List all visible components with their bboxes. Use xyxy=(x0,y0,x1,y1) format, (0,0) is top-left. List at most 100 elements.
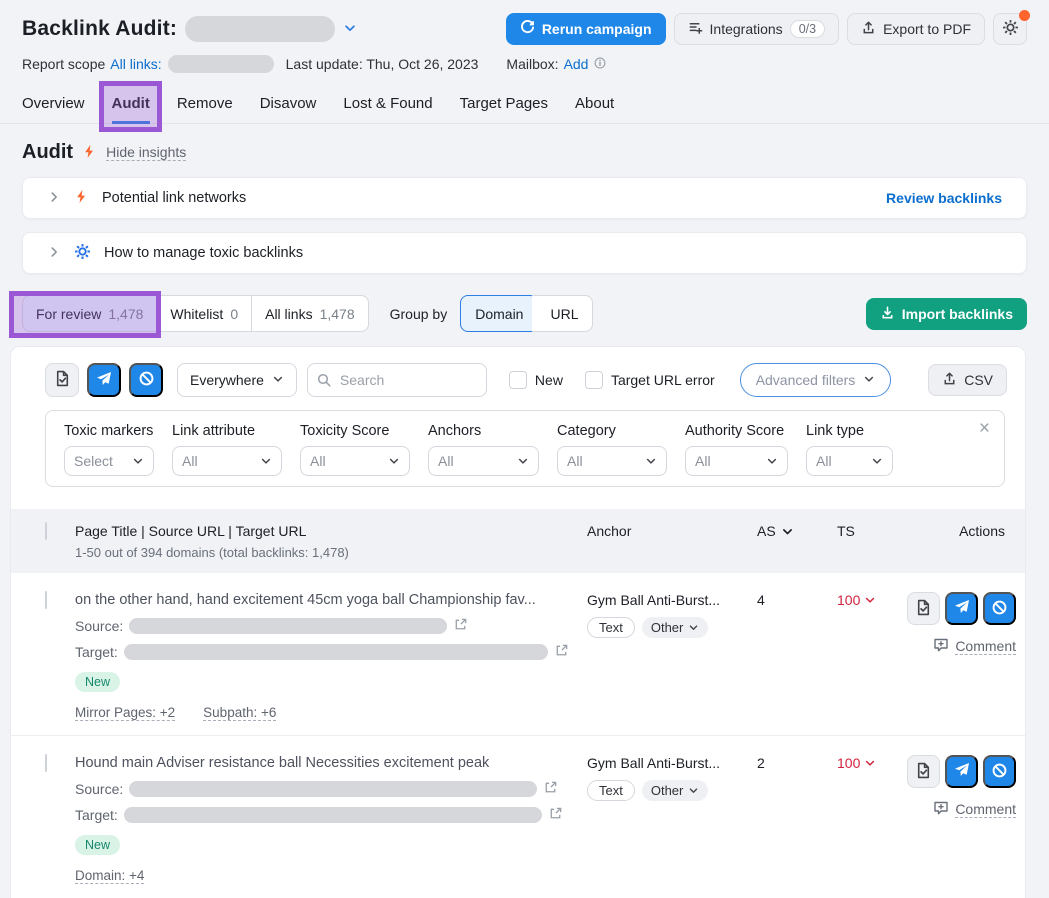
whitelist-action-button[interactable] xyxy=(907,592,940,625)
anchor-other-dropdown[interactable]: Other xyxy=(642,617,709,638)
table-header: Page Title | Source URL | Target URL 1-5… xyxy=(11,509,1025,573)
toxic-markers-select[interactable]: Select xyxy=(64,446,154,476)
external-link-icon[interactable] xyxy=(548,806,563,824)
chevron-right-icon[interactable] xyxy=(47,190,61,207)
integrations-button[interactable]: Integrations 0/3 xyxy=(674,13,840,45)
download-icon xyxy=(880,305,895,323)
filter-anchors: Anchors All xyxy=(428,423,539,476)
remove-action-button[interactable] xyxy=(945,755,978,788)
block-icon xyxy=(991,599,1008,619)
for-review-count: 1,478 xyxy=(108,306,143,322)
category-select[interactable]: All xyxy=(557,446,667,476)
segment-for-review[interactable]: For review 1,478 xyxy=(22,295,157,332)
tab-target-pages[interactable]: Target Pages xyxy=(460,87,548,123)
toxicity-score-value[interactable]: 100 xyxy=(837,592,876,608)
document-check-icon xyxy=(915,599,932,619)
toxicity-score-select[interactable]: All xyxy=(300,446,410,476)
external-link-icon[interactable] xyxy=(554,643,569,661)
search-input[interactable] xyxy=(307,363,487,397)
group-by-domain[interactable]: Domain xyxy=(460,295,538,332)
column-actions: Actions xyxy=(907,523,1025,560)
table-row: Hound main Adviser resistance ball Neces… xyxy=(11,736,1025,898)
anchors-select[interactable]: All xyxy=(428,446,539,476)
external-link-icon[interactable] xyxy=(543,780,558,798)
authority-score-select[interactable]: All xyxy=(685,446,788,476)
backlink-page-title: Hound main Adviser resistance ball Neces… xyxy=(75,755,587,771)
chevron-right-icon[interactable] xyxy=(47,245,61,262)
filter-target-url-error-checkbox[interactable]: Target URL error xyxy=(585,371,715,389)
rerun-campaign-button[interactable]: Rerun campaign xyxy=(506,13,666,45)
panel-manage-toxic-backlinks[interactable]: How to manage toxic backlinks xyxy=(22,232,1027,274)
all-links-link[interactable]: All links: xyxy=(110,56,161,72)
export-csv-button[interactable]: CSV xyxy=(928,364,1007,396)
redacted-target-url xyxy=(124,807,542,823)
tab-about[interactable]: About xyxy=(575,87,614,123)
export-to-pdf-button[interactable]: Export to PDF xyxy=(847,13,985,45)
subpath-link[interactable]: Subpath: +6 xyxy=(203,705,276,721)
external-link-icon[interactable] xyxy=(453,617,468,635)
filter-new-checkbox[interactable]: New xyxy=(509,371,563,389)
domain-link[interactable]: Domain: +4 xyxy=(75,868,144,884)
page-title: Backlink Audit: xyxy=(22,17,177,41)
panel-title: Potential link networks xyxy=(102,190,246,206)
mailbox-label: Mailbox: xyxy=(506,56,558,72)
redacted-source-url xyxy=(129,781,537,797)
tab-overview[interactable]: Overview xyxy=(22,87,85,123)
select-all-checkbox[interactable] xyxy=(45,522,47,540)
move-to-whitelist-button[interactable] xyxy=(45,363,79,397)
chevron-down-icon xyxy=(863,372,875,388)
group-by-url[interactable]: URL xyxy=(532,295,593,332)
tab-audit[interactable]: Audit xyxy=(112,87,150,123)
import-backlinks-button[interactable]: Import backlinks xyxy=(866,298,1027,330)
export-icon xyxy=(861,20,876,38)
segment-all-links[interactable]: All links 1,478 xyxy=(251,295,369,332)
advanced-filters-dropdown[interactable]: Advanced filters xyxy=(740,363,892,397)
row-checkbox[interactable] xyxy=(45,754,47,772)
move-to-disavow-button[interactable] xyxy=(129,363,163,397)
report-scope-label: Report scope xyxy=(22,56,105,72)
anchor-other-dropdown[interactable]: Other xyxy=(642,780,709,801)
search-scope-select[interactable]: Everywhere xyxy=(177,363,297,397)
column-as[interactable]: AS xyxy=(757,523,837,560)
link-type-select[interactable]: All xyxy=(806,446,893,476)
target-label: Target: xyxy=(75,807,118,823)
panel-potential-link-networks[interactable]: Potential link networks Review backlinks xyxy=(22,177,1027,219)
mailbox-add-link[interactable]: Add xyxy=(564,56,589,72)
remove-action-button[interactable] xyxy=(945,592,978,625)
segment-whitelist[interactable]: Whitelist 0 xyxy=(156,295,252,332)
hide-insights-link[interactable]: Hide insights xyxy=(106,144,186,161)
comment-plus-icon xyxy=(933,637,949,656)
mirror-pages-link[interactable]: Mirror Pages: +2 xyxy=(75,705,175,721)
comment-link[interactable]: Comment xyxy=(933,800,1016,819)
source-label: Source: xyxy=(75,618,123,634)
tab-disavow[interactable]: Disavow xyxy=(260,87,317,123)
filter-authority-score: Authority Score All xyxy=(685,423,788,476)
chevron-down-icon[interactable] xyxy=(343,21,357,38)
group-by-segments: Domain URL xyxy=(460,295,593,332)
checkbox[interactable] xyxy=(509,371,527,389)
move-to-remove-button[interactable] xyxy=(87,363,121,397)
paper-plane-icon xyxy=(96,371,112,390)
anchor-text: Gym Ball Anti-Burst... xyxy=(587,592,757,608)
comment-link[interactable]: Comment xyxy=(933,637,1016,656)
review-backlinks-link[interactable]: Review backlinks xyxy=(886,190,1002,206)
toxicity-score-value[interactable]: 100 xyxy=(837,755,876,771)
info-icon[interactable] xyxy=(593,56,607,73)
tab-lost-and-found[interactable]: Lost & Found xyxy=(343,87,432,123)
settings-gear-button[interactable] xyxy=(993,13,1027,45)
link-attribute-select[interactable]: All xyxy=(172,446,282,476)
backlink-audit-page: Backlink Audit: Rerun campaign Integrati… xyxy=(0,0,1049,898)
close-icon[interactable]: × xyxy=(979,419,990,438)
filter-toxicity-score: Toxicity Score All xyxy=(300,423,410,476)
redacted-campaign-name xyxy=(185,16,335,42)
disavow-action-button[interactable] xyxy=(983,592,1016,625)
filter-link-type: Link type All xyxy=(806,423,893,476)
export-icon xyxy=(942,371,957,389)
row-checkbox[interactable] xyxy=(45,591,47,609)
last-update-text: Last update: Thu, Oct 26, 2023 xyxy=(286,56,479,72)
comment-plus-icon xyxy=(933,800,949,819)
whitelist-action-button[interactable] xyxy=(907,755,940,788)
disavow-action-button[interactable] xyxy=(983,755,1016,788)
tab-remove[interactable]: Remove xyxy=(177,87,233,123)
checkbox[interactable] xyxy=(585,371,603,389)
